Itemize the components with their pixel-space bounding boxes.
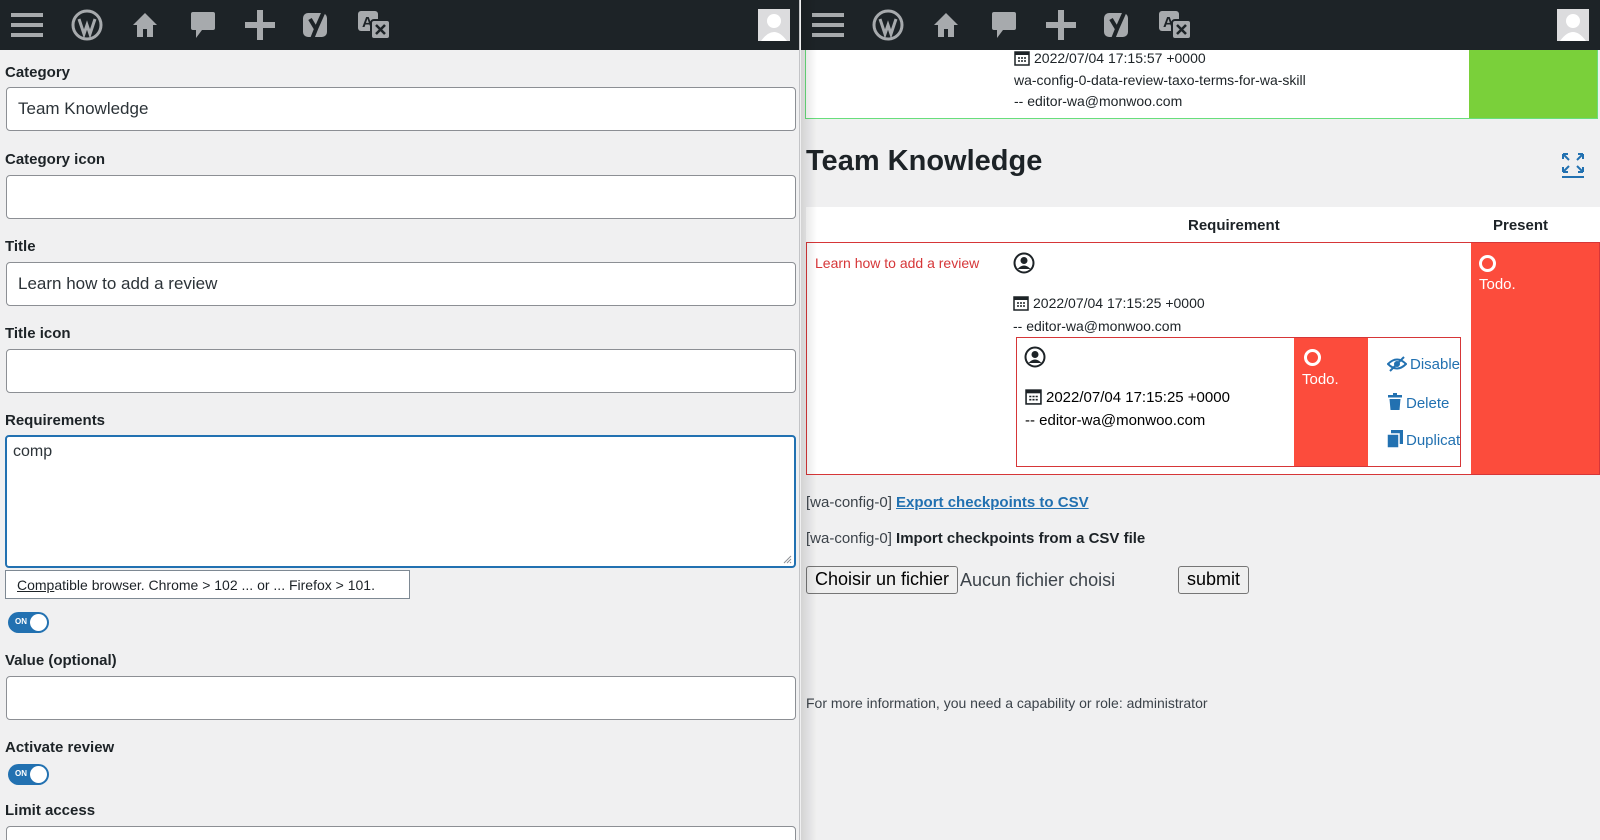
eye-slash-icon — [1386, 356, 1408, 372]
row-status-text: Todo. — [1479, 276, 1516, 293]
inner-date-text: 2022/07/04 17:15:25 +0000 — [1046, 389, 1230, 406]
menu-icon[interactable] — [811, 9, 845, 41]
top-card-slug: wa-config-0-data-review-taxo-terms-for-w… — [1014, 72, 1306, 88]
admin-bar: A — [0, 0, 799, 50]
toggle-knob — [30, 614, 47, 631]
inner-review-card: 2022/07/04 17:15:25 +0000 -- editor-wa@m… — [1016, 337, 1461, 467]
activate-review-toggle-text: ON — [15, 769, 27, 778]
row-author: -- editor-wa@monwoo.com — [1013, 318, 1182, 334]
file-status: Aucun fichier choisi — [960, 570, 1116, 590]
requirements-label: Requirements — [5, 412, 106, 429]
title-icon-input[interactable] — [6, 349, 796, 393]
yoast-icon[interactable] — [1101, 9, 1135, 41]
inner-date: 2022/07/04 17:15:25 +0000 — [1025, 388, 1230, 406]
top-card-date: 2022/07/04 17:15:57 +0000 — [1014, 50, 1206, 66]
top-card-date-text: 2022/07/04 17:15:57 +0000 — [1034, 50, 1206, 66]
activate-review-label: Activate review — [5, 739, 115, 756]
wordpress-icon[interactable] — [70, 9, 104, 41]
comment-icon[interactable] — [186, 9, 220, 41]
translate-icon[interactable]: A — [1158, 9, 1192, 41]
title-label: Title — [5, 238, 36, 255]
row-date-text: 2022/07/04 17:15:25 +0000 — [1033, 295, 1205, 311]
duplicate-label: Duplicate — [1406, 432, 1460, 449]
import-line: [wa-config-0] Import checkpoints from a … — [806, 530, 1145, 547]
disable-label: Disable — [1410, 356, 1460, 373]
delete-button[interactable]: Delete — [1387, 393, 1449, 412]
resize-grip-icon[interactable] — [783, 555, 792, 564]
requirements-textarea[interactable]: comp — [5, 435, 796, 568]
export-csv-link[interactable]: Export checkpoints to CSV — [896, 494, 1089, 511]
copy-icon — [1386, 430, 1403, 449]
choose-file-button[interactable]: Choisir un fichier — [806, 566, 959, 594]
translate-icon[interactable]: A — [357, 9, 391, 41]
row-title[interactable]: Learn how to add a review — [815, 255, 979, 271]
import-prefix: [wa-config-0] — [806, 530, 892, 547]
limit-access-select[interactable] — [6, 826, 796, 840]
trash-icon — [1388, 393, 1402, 410]
user-circle-icon — [1024, 346, 1046, 368]
title-input[interactable]: Learn how to add a review — [6, 262, 796, 306]
result-toggle-text: ON — [15, 617, 27, 626]
inner-status-text: Todo. — [1302, 371, 1339, 388]
right-pane: A 2022/07/04 17:15:57 +0000 wa-config-0-… — [801, 0, 1600, 840]
row-date: 2022/07/04 17:15:25 +0000 — [1013, 295, 1205, 311]
page-title: Team Knowledge — [806, 145, 1043, 177]
left-pane: A Category Team Knowledge Category icon … — [0, 0, 800, 840]
table-row: Learn how to add a review 2022/07/04 17:… — [806, 242, 1600, 475]
table-header: Requirement Present — [806, 207, 1600, 243]
limit-access-label: Limit access — [5, 802, 96, 819]
present-status-cell: Todo. — [1471, 243, 1599, 474]
suggestion-rest: atible browser. Chrome > 102 ... or ... … — [54, 577, 375, 593]
todo-circle-icon — [1479, 255, 1496, 272]
submit-button[interactable]: submit — [1178, 566, 1250, 594]
status-done-cell — [1469, 50, 1597, 118]
delete-label: Delete — [1406, 395, 1450, 412]
value-label: Value (optional) — [5, 652, 117, 669]
comment-icon[interactable] — [987, 9, 1021, 41]
col-present: Present — [1493, 217, 1549, 234]
category-label: Category — [5, 64, 71, 81]
duplicate-button[interactable]: Duplicate — [1386, 430, 1460, 449]
result-toggle[interactable]: ON — [8, 612, 49, 633]
yoast-icon[interactable] — [300, 9, 334, 41]
activate-review-toggle[interactable]: ON — [8, 764, 49, 785]
export-line: [wa-config-0] Export checkpoints to CSV — [806, 494, 1089, 511]
suggestion-match: Comp — [17, 577, 55, 593]
home-icon[interactable] — [128, 9, 162, 41]
user-circle-icon — [1013, 252, 1035, 274]
plus-icon[interactable] — [243, 9, 277, 41]
inner-author: -- editor-wa@monwoo.com — [1025, 412, 1206, 429]
wordpress-icon[interactable] — [871, 9, 905, 41]
avatar-icon[interactable] — [1557, 9, 1589, 41]
import-label: Import checkpoints from a CSV file — [896, 530, 1146, 547]
expand-icon[interactable] — [1561, 152, 1585, 178]
todo-circle-icon — [1304, 349, 1321, 366]
calendar-icon — [1013, 296, 1029, 311]
avatar-icon[interactable] — [758, 9, 790, 41]
col-requirement: Requirement — [1188, 217, 1280, 234]
title-icon-label: Title icon — [5, 325, 71, 342]
menu-icon[interactable] — [10, 9, 44, 41]
footer-note: For more information, you need a capabil… — [806, 695, 1208, 711]
category-icon-label: Category icon — [5, 151, 106, 168]
autocomplete-suggestion[interactable]: Compatible browser. Chrome > 102 ... or … — [5, 570, 410, 599]
top-card-author: -- editor-wa@monwoo.com — [1014, 93, 1183, 109]
disable-button[interactable]: Disable — [1386, 356, 1460, 373]
value-input[interactable] — [6, 676, 796, 720]
category-input[interactable]: Team Knowledge — [6, 87, 796, 131]
home-icon[interactable] — [929, 9, 963, 41]
requirements-text: comp — [13, 443, 53, 460]
calendar-icon — [1025, 389, 1042, 405]
toggle-knob — [30, 766, 47, 783]
calendar-icon — [1014, 51, 1030, 66]
admin-bar: A — [801, 0, 1600, 50]
category-icon-input[interactable] — [6, 175, 796, 219]
export-prefix: [wa-config-0] — [806, 494, 892, 511]
plus-icon[interactable] — [1044, 9, 1078, 41]
inner-status-cell: Todo. — [1294, 338, 1368, 466]
